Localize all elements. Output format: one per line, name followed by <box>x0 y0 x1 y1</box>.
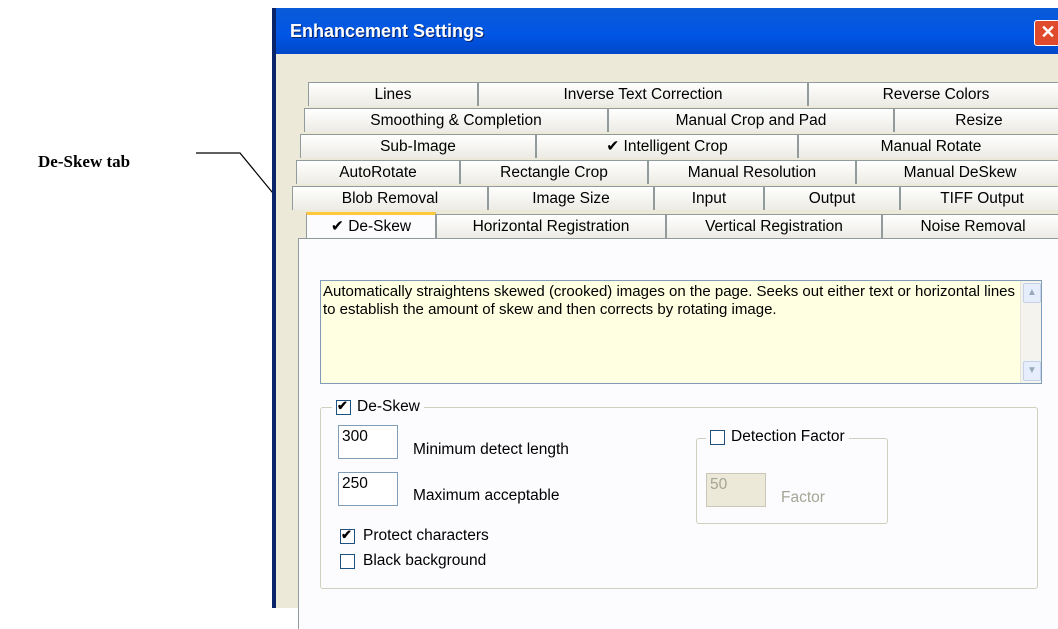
tab-sub-image[interactable]: Sub-Image <box>300 134 536 158</box>
black-background-row[interactable]: Black background <box>340 552 486 570</box>
description-box[interactable]: Automatically straightens skewed (crooke… <box>320 280 1042 384</box>
min-detect-length-input[interactable]: 300 <box>338 425 398 459</box>
title-bar: Enhancement Settings ✕ <box>276 8 1058 54</box>
deskew-group-legend: De-Skew <box>332 398 424 416</box>
tab-output[interactable]: Output <box>764 186 900 210</box>
tab-vertical-registration[interactable]: Vertical Registration <box>666 214 882 238</box>
tab-autorotate[interactable]: AutoRotate <box>296 160 460 184</box>
factor-input[interactable]: 50 <box>706 473 766 507</box>
tab-blob-removal[interactable]: Blob Removal <box>292 186 488 210</box>
min-detect-length-label: Minimum detect length <box>413 441 569 458</box>
tab-resize[interactable]: Resize <box>894 108 1058 132</box>
tab-intelligent-crop[interactable]: ✔ Intelligent Crop <box>536 134 798 158</box>
tab-smoothing-completion[interactable]: Smoothing & Completion <box>304 108 608 132</box>
tab-rectangle-crop[interactable]: Rectangle Crop <box>460 160 648 184</box>
max-acceptable-input[interactable]: 250 <box>338 472 398 506</box>
protect-characters-label: Protect characters <box>363 527 489 544</box>
black-background-label: Black background <box>363 552 487 569</box>
close-icon: ✕ <box>1040 22 1056 42</box>
max-acceptable-label: Maximum acceptable <box>413 487 560 504</box>
detection-factor-legend: Detection Factor <box>706 428 849 446</box>
tab-manual-crop-and-pad[interactable]: Manual Crop and Pad <box>608 108 894 132</box>
tab-image-size[interactable]: Image Size <box>488 186 654 210</box>
tab-noise-removal[interactable]: Noise Removal <box>882 214 1058 238</box>
factor-label: Factor <box>781 489 825 506</box>
tab-lines[interactable]: Lines <box>308 82 478 106</box>
detection-factor-checkbox[interactable] <box>710 429 725 445</box>
tab-input[interactable]: Input <box>654 186 764 210</box>
protect-characters-row[interactable]: Protect characters <box>340 527 489 545</box>
close-button[interactable]: ✕ <box>1034 20 1058 46</box>
tab-manual-deskew[interactable]: Manual DeSkew <box>856 160 1058 184</box>
detection-factor-label: Detection Factor <box>731 428 845 445</box>
tab-manual-resolution[interactable]: Manual Resolution <box>648 160 856 184</box>
tab-inverse-text-correction[interactable]: Inverse Text Correction <box>478 82 808 106</box>
tab-tiff-output[interactable]: TIFF Output <box>900 186 1058 210</box>
deskew-checkbox-label: De-Skew <box>357 398 420 415</box>
black-background-checkbox[interactable] <box>340 553 355 569</box>
window-title: Enhancement Settings <box>290 21 485 41</box>
deskew-checkbox[interactable] <box>336 399 351 415</box>
description-text: Automatically straightens skewed (crooke… <box>323 283 1016 318</box>
scroll-up-icon[interactable]: ▲ <box>1023 283 1041 303</box>
tab-manual-rotate[interactable]: Manual Rotate <box>798 134 1058 158</box>
description-scrollbar[interactable]: ▲ ▼ <box>1020 281 1041 383</box>
tab-reverse-colors[interactable]: Reverse Colors <box>808 82 1058 106</box>
tab-horizontal-registration[interactable]: Horizontal Registration <box>436 214 666 238</box>
scroll-down-icon[interactable]: ▼ <box>1023 361 1041 381</box>
protect-characters-checkbox[interactable] <box>340 528 355 544</box>
